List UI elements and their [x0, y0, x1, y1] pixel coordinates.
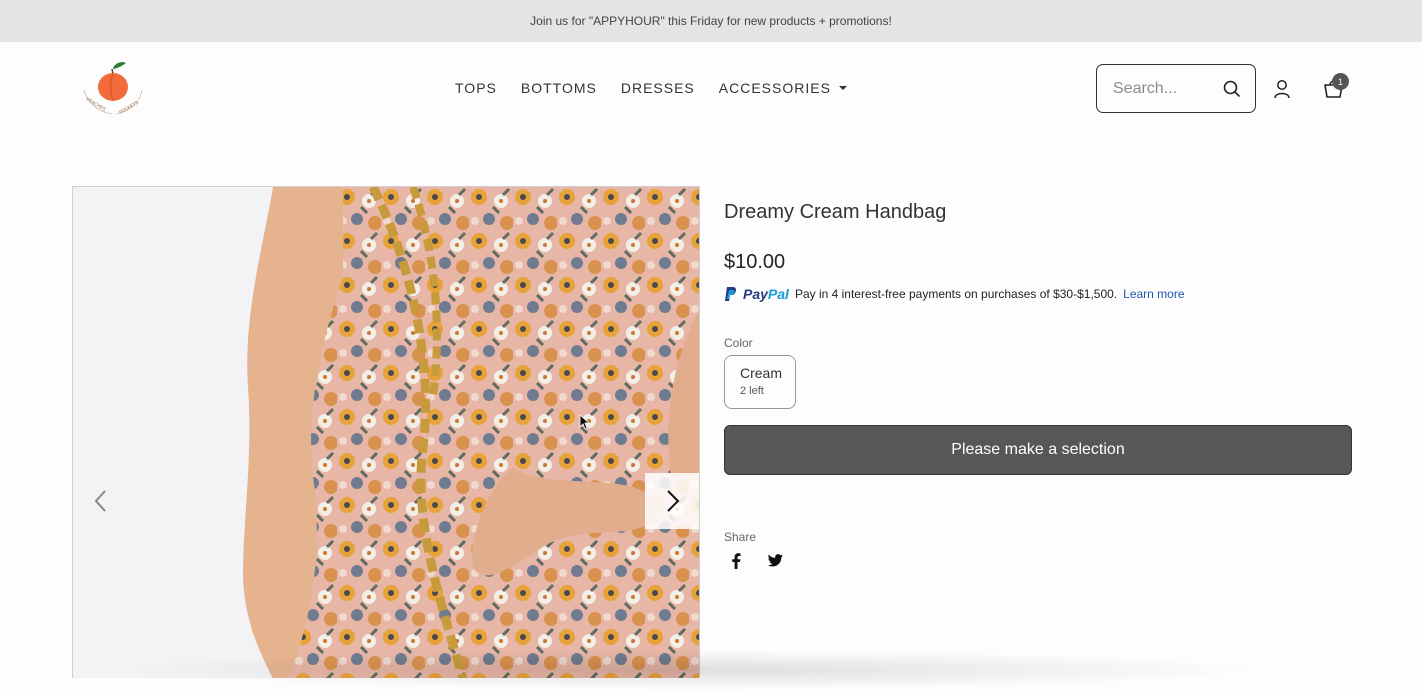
- search-box[interactable]: [1096, 64, 1256, 113]
- svg-text:POCKETS: POCKETS: [118, 100, 139, 115]
- nav-accessories-label: ACCESSORIES: [718, 80, 831, 96]
- color-option-cream[interactable]: Cream 2 left: [724, 355, 796, 409]
- product-gallery[interactable]: [72, 186, 700, 678]
- chevron-right-icon: [667, 490, 680, 512]
- add-to-cart-button[interactable]: Please make a selection: [724, 425, 1352, 475]
- svg-text:PEACHES: PEACHES: [86, 97, 107, 112]
- product-photo: [73, 187, 699, 678]
- product-title: Dreamy Cream Handbag: [724, 201, 947, 223]
- paypal-message: PayPal Pay in 4 interest-free payments o…: [724, 286, 1185, 302]
- site-header: PEACHES POCKETS TOPS BOTTOMS DRESSES ACC…: [0, 42, 1422, 137]
- paypal-logo-pal: Pal: [767, 286, 789, 302]
- gallery-next-button[interactable]: [645, 473, 699, 529]
- announcement-bar: Join us for "APPYHOUR" this Friday for n…: [0, 0, 1422, 42]
- cart-count-badge: 1: [1332, 73, 1349, 90]
- facebook-icon[interactable]: [731, 553, 741, 569]
- twitter-icon[interactable]: [768, 554, 783, 567]
- paypal-icon: [725, 287, 737, 301]
- product-price: $10.00: [724, 251, 786, 273]
- paypal-text: Pay in 4 interest-free payments on purch…: [794, 287, 1118, 301]
- chevron-left-icon[interactable]: [91, 487, 111, 515]
- account-icon[interactable]: [1272, 79, 1292, 99]
- search-icon[interactable]: [1223, 80, 1241, 98]
- announcement-text: Join us for "APPYHOUR" this Friday for n…: [530, 14, 892, 28]
- paypal-logo-pay: Pay: [743, 286, 768, 302]
- nav-bottoms[interactable]: BOTTOMS: [521, 80, 597, 96]
- nav-accessories[interactable]: ACCESSORIES: [719, 80, 847, 96]
- nav-tops[interactable]: TOPS: [455, 80, 497, 96]
- color-option-name: Cream: [740, 365, 783, 381]
- color-option-stock: 2 left: [740, 385, 764, 397]
- peach-logo[interactable]: PEACHES POCKETS: [80, 60, 148, 118]
- nav-dresses[interactable]: DRESSES: [621, 80, 695, 96]
- mouse-cursor-icon: [579, 414, 589, 430]
- main-nav: TOPS BOTTOMS DRESSES ACCESSORIES: [455, 80, 847, 96]
- color-label: Color: [724, 336, 753, 350]
- share-label: Share: [724, 530, 757, 544]
- footer-shadow: [120, 650, 1270, 690]
- search-input[interactable]: [1113, 79, 1213, 98]
- paypal-logo: PayPal: [743, 286, 789, 302]
- caret-down-icon: [838, 86, 847, 90]
- paypal-learn-more-link[interactable]: Learn more: [1123, 287, 1184, 301]
